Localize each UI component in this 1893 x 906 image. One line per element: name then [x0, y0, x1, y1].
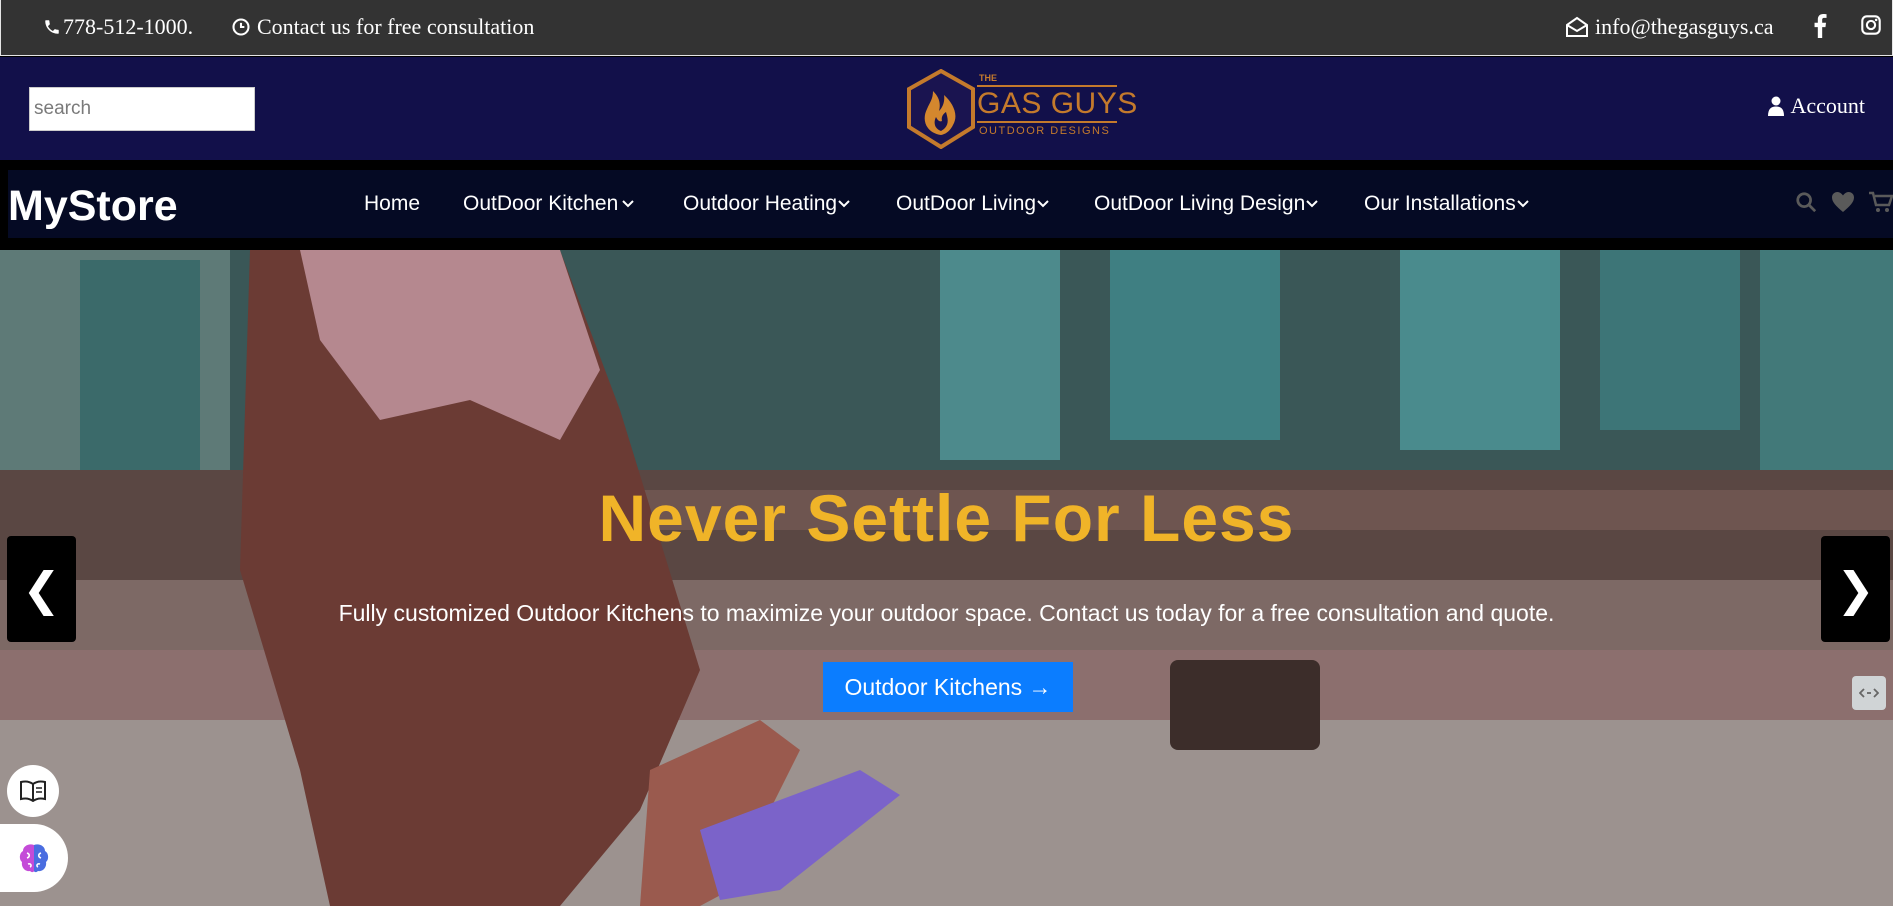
chevron-down-icon	[1037, 200, 1049, 208]
main-navigation: MyStore Home OutDoor Kitchen Outdoor Hea…	[0, 160, 1893, 250]
hero-slider: Never Settle For Less Fully customized O…	[0, 250, 1893, 906]
cart-icon[interactable]	[1869, 191, 1893, 213]
search-input[interactable]	[29, 87, 255, 131]
logo-brand-text: GAS GUYS	[977, 87, 1138, 120]
nav-item-home[interactable]: Home	[364, 192, 420, 216]
chevron-right-icon: ❯	[1836, 563, 1875, 615]
consultation-text: Contact us for free consultation	[257, 14, 535, 39]
site-logo[interactable]: THE GAS GUYS OUTDOOR DESIGNS	[903, 69, 1137, 149]
nav-item-label: Our Installations	[1364, 192, 1516, 215]
top-bar: 778-512-1000. Contact us for free consul…	[0, 0, 1893, 56]
book-icon	[20, 780, 46, 802]
user-icon	[1768, 96, 1785, 116]
search-icon[interactable]	[1795, 191, 1817, 213]
nav-item-label: OutDoor Kitchen	[463, 192, 619, 215]
chevron-down-icon	[622, 200, 634, 208]
nav-item-outdoor-living[interactable]: OutDoor Living	[896, 192, 1049, 216]
nav-item-outdoor-kitchen[interactable]: OutDoor Kitchen	[463, 192, 634, 216]
chevron-left-icon: ❮	[22, 563, 61, 615]
heart-icon[interactable]	[1831, 191, 1855, 213]
nav-item-outdoor-living-design[interactable]: OutDoor Living Design	[1094, 192, 1318, 216]
outdoor-kitchens-button[interactable]: Outdoor Kitchens →	[823, 662, 1073, 712]
facebook-icon	[1814, 14, 1827, 38]
phone-number: 778-512-1000.	[63, 14, 194, 39]
clock-icon	[232, 18, 250, 36]
nav-icon-group	[1795, 191, 1893, 213]
account-label: Account	[1790, 93, 1865, 118]
account-link[interactable]: Account	[1768, 93, 1865, 119]
instagram-link[interactable]	[1860, 14, 1882, 36]
slider-next-button[interactable]: ❯	[1821, 536, 1890, 642]
store-brand[interactable]: MyStore	[8, 182, 178, 231]
nav-item-our-installations[interactable]: Our Installations	[1364, 192, 1529, 216]
hero-title: Never Settle For Less	[598, 481, 1295, 555]
consultation-link[interactable]: Contact us for free consultation	[231, 14, 534, 40]
chevron-down-icon	[1517, 200, 1529, 208]
email-link[interactable]: info@thegasguys.ca	[1565, 14, 1774, 40]
nav-bar: MyStore Home OutDoor Kitchen Outdoor Hea…	[8, 170, 1893, 238]
flame-logo-icon	[907, 69, 975, 149]
nav-item-label: Outdoor Heating	[683, 192, 838, 215]
nav-item-label: Home	[364, 192, 421, 215]
reader-mode-button[interactable]	[7, 765, 59, 817]
instagram-icon	[1861, 15, 1881, 35]
code-icon	[1859, 688, 1879, 698]
chevron-down-icon	[1306, 200, 1318, 208]
hero-subtitle: Fully customized Outdoor Kitchens to max…	[338, 600, 1555, 626]
hero-background-image	[0, 250, 1893, 906]
envelope-icon	[1566, 16, 1588, 37]
facebook-link[interactable]	[1813, 14, 1827, 38]
nav-item-label: OutDoor Living Design	[1094, 192, 1306, 215]
email-address: info@thegasguys.ca	[1595, 14, 1774, 39]
brain-icon	[19, 844, 49, 873]
phone-icon	[45, 20, 59, 34]
chevron-down-icon	[838, 200, 850, 208]
slider-prev-button[interactable]: ❮	[7, 536, 76, 642]
logo-the-text: THE	[979, 73, 997, 83]
ai-assistant-button[interactable]	[0, 824, 68, 892]
nav-item-label: OutDoor Living	[896, 192, 1037, 215]
site-header: THE GAS GUYS OUTDOOR DESIGNS Account	[0, 57, 1893, 160]
collapse-widget[interactable]	[1852, 676, 1886, 710]
logo-tagline-text: OUTDOOR DESIGNS	[979, 125, 1111, 137]
nav-item-outdoor-heating[interactable]: Outdoor Heating	[683, 192, 850, 216]
phone-contact[interactable]: 778-512-1000.	[43, 14, 193, 40]
